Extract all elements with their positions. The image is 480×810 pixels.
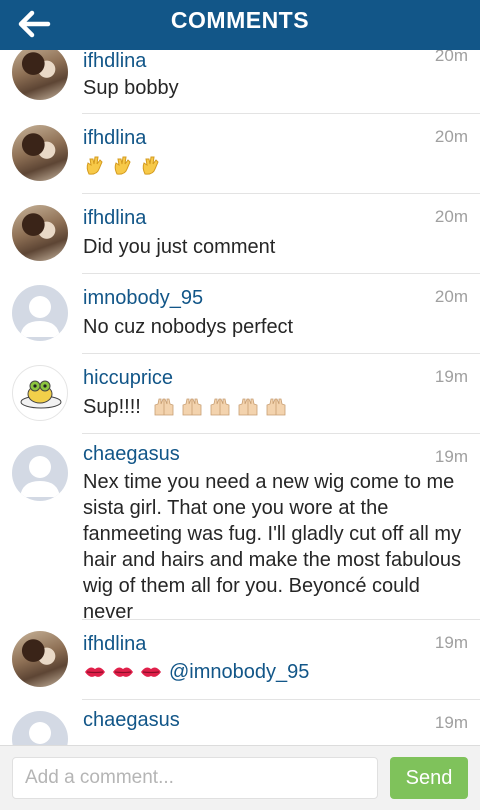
comment-username[interactable]: chaegasus [83, 443, 180, 466]
default-avatar-icon [29, 722, 51, 744]
comment-item: ifhdlina 20m [0, 113, 480, 194]
page-title: COMMENTS [170, 7, 310, 33]
avatar[interactable] [12, 711, 68, 745]
raised-hands-icon [182, 398, 202, 416]
avatar[interactable] [12, 445, 68, 501]
comment-time: 19m [434, 447, 468, 466]
waving-hands-icon [114, 156, 131, 175]
comment-item: ifhdlina 19m @imnobody_95 [0, 619, 480, 700]
comment-time: 20m [434, 287, 468, 306]
comment-composer: Send [0, 745, 480, 810]
comment-input[interactable] [12, 757, 378, 799]
header-bar: COMMENTS [0, 0, 480, 50]
raised-hands-icon [238, 398, 258, 416]
comment-item: chaegasus 19m Nex time you need a new wi… [0, 433, 480, 623]
kiss-mark-icon [85, 667, 105, 677]
comment-time: 19m [434, 713, 468, 732]
comment-username[interactable]: imnobody_95 [83, 287, 203, 310]
default-avatar-icon [20, 296, 60, 337]
frog-avatar-icon [20, 380, 62, 409]
avatar[interactable] [12, 285, 68, 341]
comment-text: Nex time you need a new wig come to me s… [83, 471, 462, 623]
default-avatar-icon [20, 456, 60, 497]
avatar[interactable] [12, 205, 68, 261]
kiss-mark-icon [141, 667, 161, 677]
comment-username[interactable]: hiccuprice [83, 367, 173, 390]
avatar[interactable] [12, 125, 68, 181]
comment-username[interactable]: chaegasus [83, 709, 180, 732]
waving-hands-icon [142, 156, 159, 175]
comment-username[interactable]: ifhdlina [83, 127, 146, 150]
comment-time: 20m [434, 207, 468, 226]
comment-text: Sup!!!! [83, 396, 141, 418]
comment-text: Sup bobby [83, 77, 179, 99]
avatar[interactable] [12, 50, 68, 100]
comment-text: Did you just comment [83, 236, 276, 258]
send-button[interactable]: Send [390, 757, 468, 799]
emoji-row [83, 154, 163, 178]
waving-hands-icon [86, 156, 103, 175]
raised-hands-icon [154, 398, 174, 416]
comment-time: 20m [434, 127, 468, 146]
comment-item: chaegasus 19m [0, 699, 480, 745]
comment-item: ifhdlina 20m Did you just comment [0, 193, 480, 274]
comment-time: 20m [434, 50, 468, 65]
avatar[interactable] [12, 365, 68, 421]
comment-time: 19m [434, 367, 468, 386]
emoji-row: @imnobody_95 [83, 660, 309, 684]
comment-text: No cuz nobodys perfect [83, 316, 294, 338]
raised-hands-icon [266, 398, 286, 416]
kiss-mark-icon [113, 667, 133, 677]
comment-list: ifhdlina 20m Sup bobby ifhdlina 20m ifhd… [0, 50, 480, 745]
comment-username[interactable]: ifhdlina [83, 207, 146, 230]
comment-time: 19m [434, 633, 468, 652]
emoji-row [152, 395, 288, 419]
comment-mention[interactable]: @imnobody_95 [169, 661, 309, 684]
comment-item: imnobody_95 20m No cuz nobodys perfect [0, 273, 480, 354]
comment-username[interactable]: ifhdlina [83, 633, 146, 656]
raised-hands-icon [210, 398, 230, 416]
avatar[interactable] [12, 631, 68, 687]
comment-item: hiccuprice 19m Sup!!!! [0, 353, 480, 434]
comment-username[interactable]: ifhdlina [83, 50, 146, 73]
